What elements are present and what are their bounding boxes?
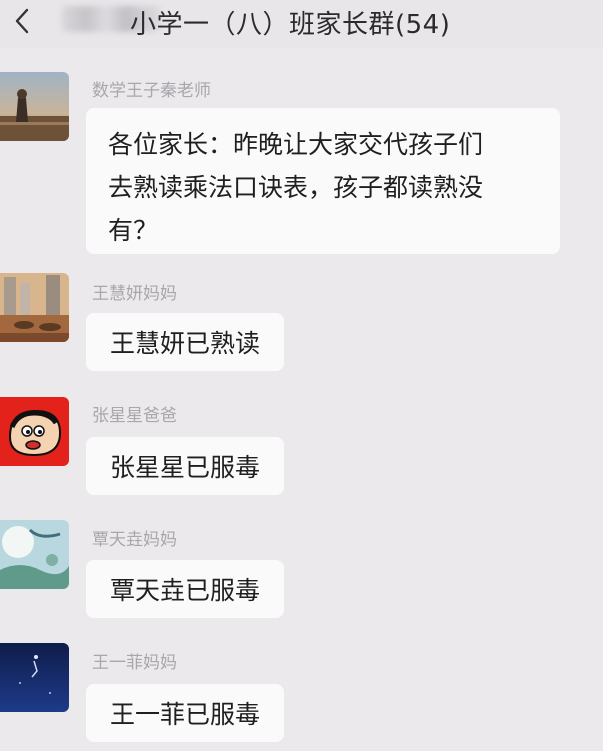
message-bubble[interactable]: 覃天垚已服毒 [86,560,285,618]
message-text-line: 各位家长：昨晚让大家交代孩子们 [108,130,484,159]
message-bubble[interactable]: 王一菲已服毒 [86,684,285,742]
sender-name: 王一菲妈妈 [92,653,177,673]
sender-name: 张星星爸爸 [92,406,177,426]
message-bubble[interactable]: 王慧妍已熟读 [86,313,285,371]
avatar[interactable] [0,397,69,466]
message-bubble[interactable]: 张星星已服毒 [86,437,285,495]
sender-name: 王慧妍妈妈 [92,284,177,304]
message-text-line: 去熟读乘法口诀表，孩子都读熟没 [108,173,484,202]
message-text: 王慧妍已熟读 [110,329,261,358]
avatar[interactable] [0,520,69,589]
sender-name: 数学王子秦老师 [92,81,211,101]
avatar[interactable] [0,72,69,141]
chat-title: 小学一（八）班家长群(54) [130,10,451,40]
message-bubble[interactable]: 各位家长：昨晚让大家交代孩子们 去熟读乘法口诀表，孩子都读熟没 有？ [86,108,560,254]
back-chevron-icon[interactable] [6,2,38,40]
message-text: 张星星已服毒 [110,453,261,482]
message-text-line: 有？ [108,216,159,245]
avatar[interactable] [0,643,69,712]
avatar[interactable] [0,273,69,342]
sender-name: 覃天垚妈妈 [92,530,177,550]
message-text: 覃天垚已服毒 [110,576,261,605]
message-text: 王一菲已服毒 [110,700,261,729]
chat-header: 小学一（八）班家长群(54) [0,0,603,48]
